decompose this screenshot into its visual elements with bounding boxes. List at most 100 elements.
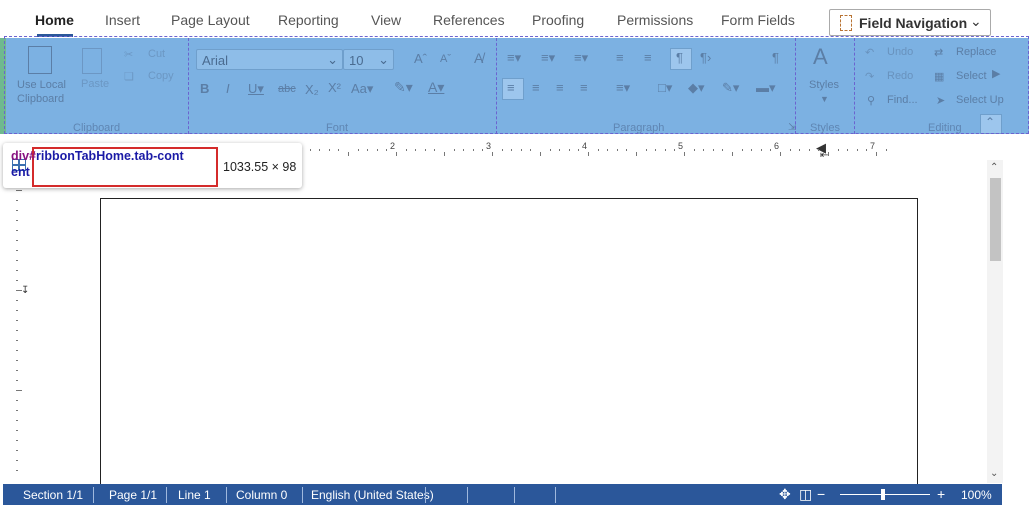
tab-reporting[interactable]: Reporting [278,12,339,28]
fit-page-icon[interactable]: ✥ [779,486,791,503]
ruler-tick [444,152,445,156]
zoom-slider-thumb[interactable] [881,489,885,500]
ruler-number: 7 [870,141,876,151]
ruler-tick [415,149,417,151]
zoom-in-button[interactable]: + [937,486,945,502]
horizontal-ruler[interactable]: 2 3 4 5 6 7 ◀ ⇤ [300,140,990,161]
element-tag: div# [11,149,37,163]
tab-proofing[interactable]: Proofing [532,12,584,28]
tab-references[interactable]: References [433,12,505,28]
status-language[interactable]: English (United States) [311,488,434,502]
ruler-tick [520,149,522,151]
status-separator [467,487,468,503]
ruler-tick [588,152,589,156]
ruler-tick [16,450,18,451]
status-section: Section 1/1 [23,488,84,502]
ruler-tick [712,149,714,151]
ruler-tick [856,149,858,151]
ruler-tick [386,149,388,151]
ruler-tick [799,149,801,151]
ruler-tick [338,149,340,151]
element-selector: ribbonTabHome.tab-content [11,149,184,179]
scroll-down-icon[interactable]: ⌄ [990,468,998,479]
field-navigation-label: Field Navigation [859,15,968,31]
ruler-tick [16,290,22,291]
ruler-tick [568,149,570,151]
ruler-tick [674,149,676,151]
ruler-tick [703,149,705,151]
ruler-tick [16,250,18,251]
status-bar: Section 1/1 Page 1/1 Line 1 Column 0 Eng… [3,484,1002,505]
zoom-level: 100% [961,488,992,502]
ruler-tick [760,149,762,151]
ruler-tick [16,390,22,391]
ruler-tick [16,440,18,441]
tab-page-layout[interactable]: Page Layout [171,12,250,28]
field-navigation-button[interactable]: Field Navigation ⌄ [829,9,991,36]
status-column: Column 0 [236,488,288,502]
ruler-tick [16,470,18,471]
ruler-tick [808,149,810,151]
ruler-tick [16,340,18,341]
zoom-slider[interactable] [840,494,930,495]
ruler-tick [309,149,311,151]
scrollbar-thumb[interactable] [990,178,1001,261]
tab-stop-icon: ↧ [21,285,30,296]
inspector-highlight-outline [4,36,1029,134]
ruler-tick [530,149,532,151]
ruler-tick [16,380,18,381]
ruler-tick [319,149,321,151]
zoom-out-button[interactable]: − [817,486,825,502]
ruler-tick [463,149,465,151]
ruler-tick [885,149,887,151]
vertical-ruler[interactable]: ↧ [8,190,30,480]
ruler-tick [607,149,609,151]
ruler-tick [16,430,18,431]
ruler-tick [578,149,580,151]
fit-width-icon[interactable]: ◫ [799,486,812,503]
ruler-tick [405,149,407,151]
ruler-tick [693,149,695,151]
status-separator [226,487,227,503]
ruler-tick [16,230,18,231]
ruler-number: 6 [774,141,780,151]
ruler-tick [424,149,426,151]
element-selector-text: div#ribbonTabHome.tab-content [11,148,187,180]
ruler-tick [664,149,666,151]
element-size: 1033.55 × 98 [223,160,297,174]
ruler-tick [16,310,18,311]
ruler-tick [16,410,18,411]
ruler-tick [453,149,455,151]
ruler-tick [16,350,18,351]
ruler-tick [828,152,829,156]
document-page[interactable] [100,198,918,500]
ruler-tick [396,152,397,156]
field-navigation-icon [840,15,852,31]
ruler-tick [16,210,18,211]
status-separator [514,487,515,503]
scroll-up-icon[interactable]: ⌃ [990,162,998,173]
tab-permissions[interactable]: Permissions [617,12,693,28]
ruler-tick [549,149,551,151]
ruler-tick [511,149,513,151]
tab-view[interactable]: View [371,12,401,28]
ruler-tick [876,152,877,156]
status-separator [555,487,556,503]
tab-insert[interactable]: Insert [105,12,140,28]
ribbon-tab-bar: Home Insert Page Layout Reporting View R… [0,0,1029,38]
ruler-tick [16,300,18,301]
tab-home[interactable]: Home [35,12,74,28]
tab-form-fields[interactable]: Form Fields [721,12,795,28]
status-separator [425,487,426,503]
ruler-tick [16,220,18,221]
vertical-scrollbar[interactable]: ⌃ ⌄ [987,160,1003,483]
ruler-tick [789,149,791,151]
ruler-tick [501,149,503,151]
ruler-tick [770,149,772,151]
chevron-down-icon: ⌄ [970,13,982,29]
ruler-number: 4 [582,141,588,151]
ruler-tick [616,149,618,151]
ruler-tick [741,149,743,151]
ruler-tick [16,200,18,201]
status-separator [166,487,167,503]
